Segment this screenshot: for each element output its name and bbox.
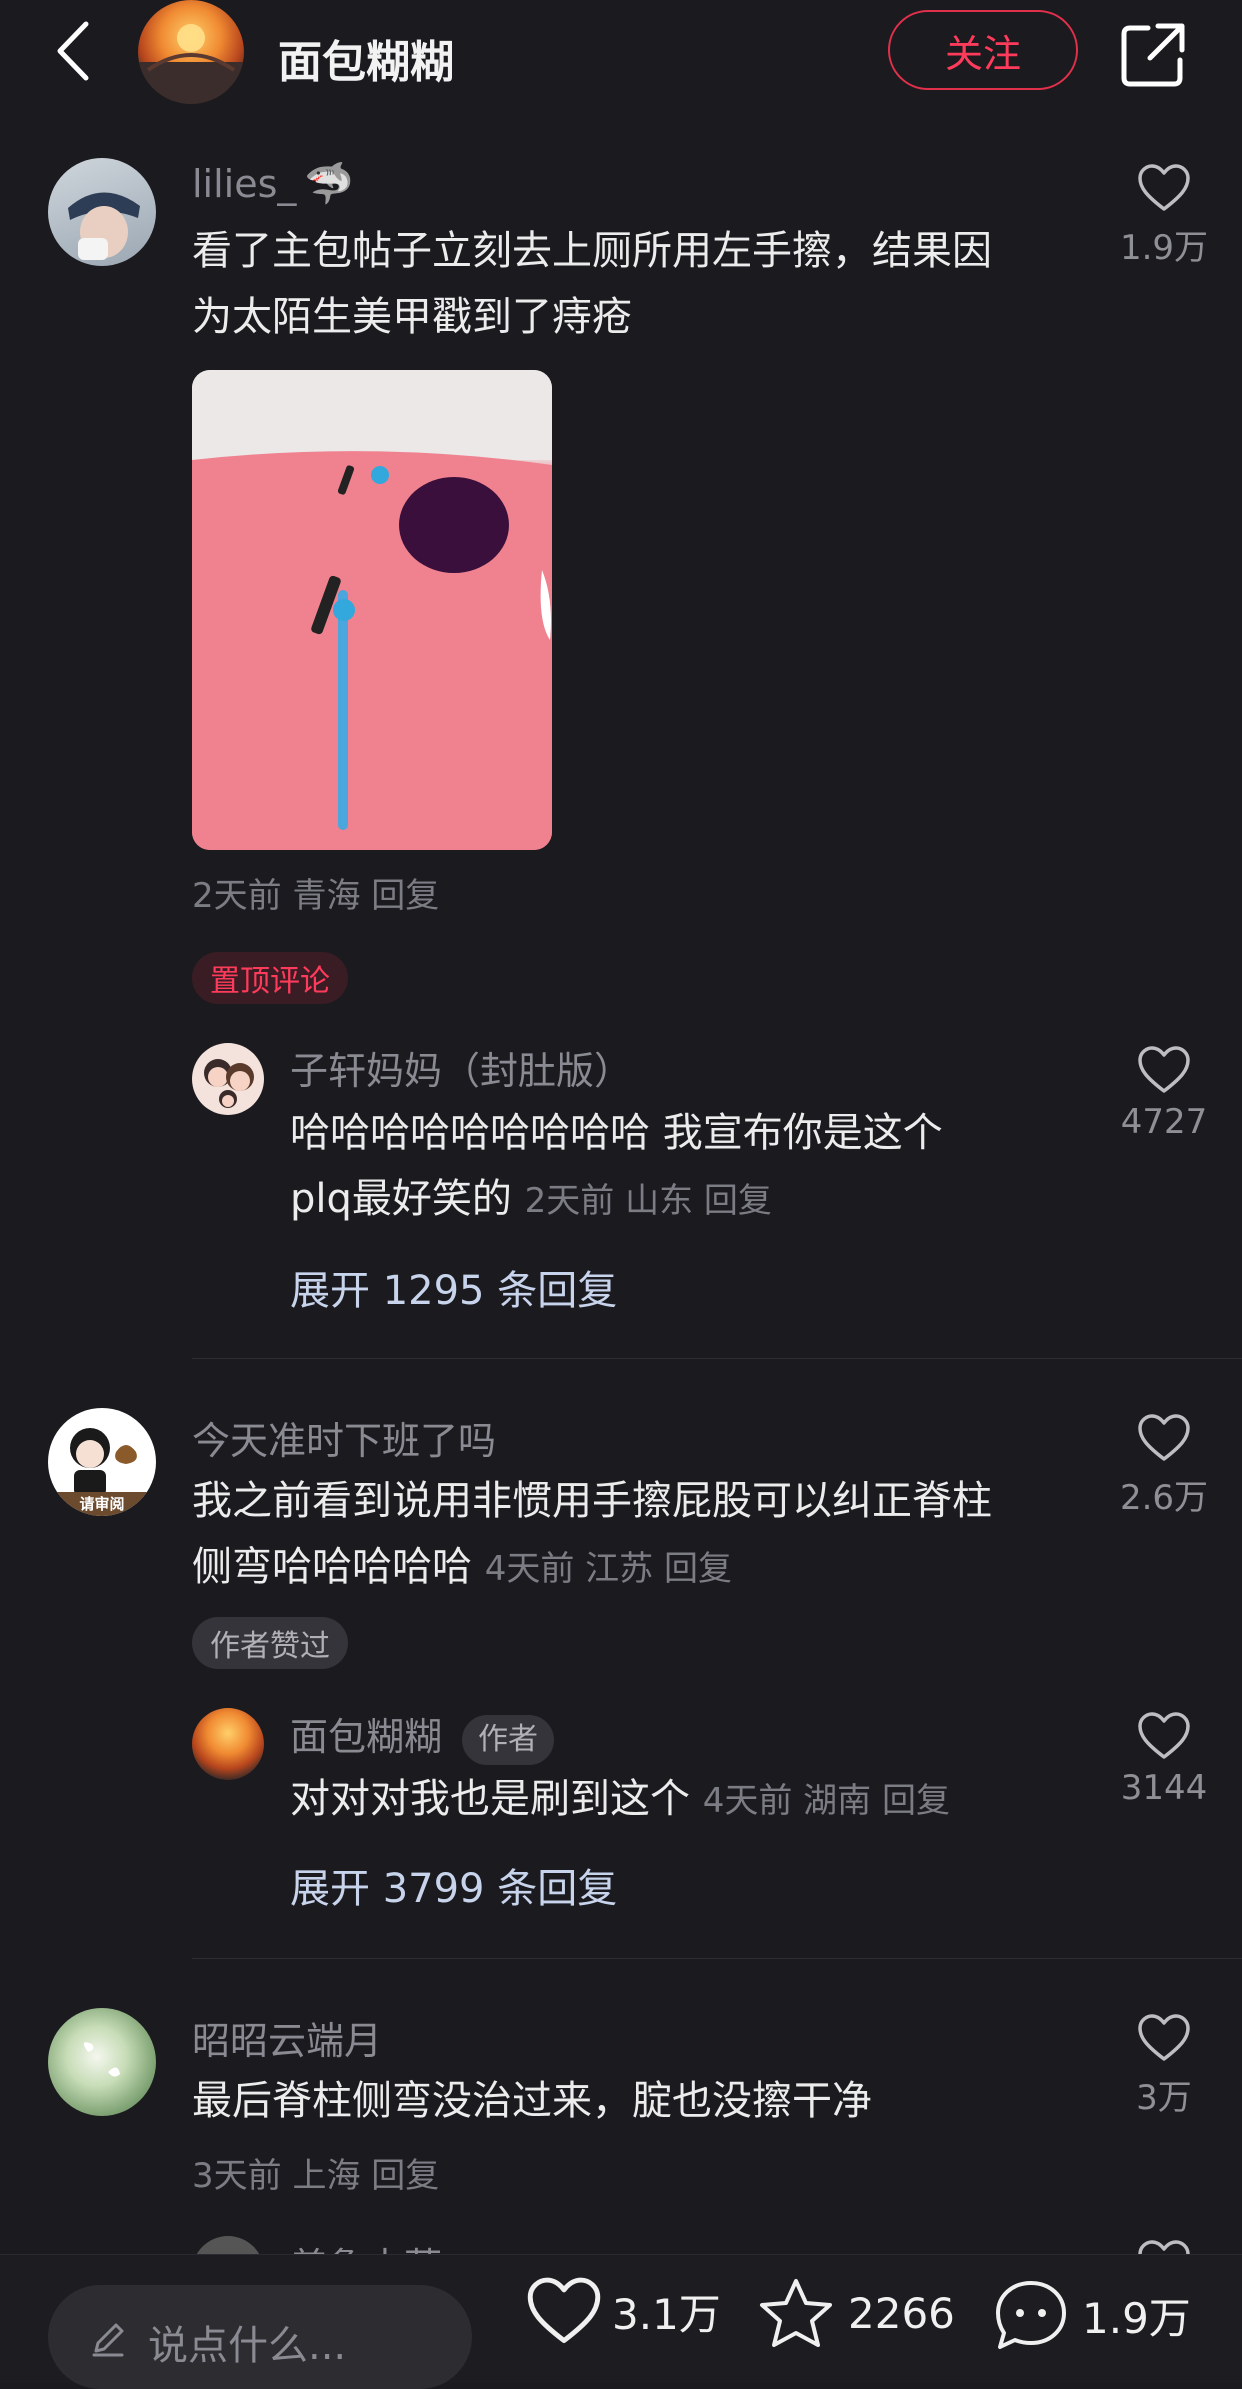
like-post-count: 3.1万: [612, 2289, 721, 2339]
reply-line: 哈哈哈哈哈哈哈哈哈 我宣布你是这个: [290, 1110, 943, 1156]
reply-username-text: 面包糊糊: [290, 1715, 443, 1759]
reply-like[interactable]: 3144: [1104, 1712, 1224, 1808]
reply-avatar[interactable]: [192, 1043, 264, 1115]
favorite-button[interactable]: 2266: [758, 2277, 955, 2349]
comment-text: 最后脊柱侧弯没治过来，腚也没擦干净: [192, 2078, 872, 2124]
commenter-username[interactable]: lilies_ 🦈: [192, 160, 354, 207]
like-count: 2.6万: [1119, 1478, 1209, 1518]
reply-meta: 4天前 湖南 回复: [702, 1781, 950, 1821]
share-icon[interactable]: [1118, 20, 1188, 90]
like-count: 3万: [1136, 2078, 1192, 2118]
commenter-username[interactable]: 今天准时下班了吗: [192, 1410, 496, 1465]
comment-line-with-meta: 侧弯哈哈哈哈哈 4天前 江苏 回复: [192, 1534, 1092, 1602]
like-count: 3144: [1120, 1768, 1208, 1808]
reply-line: 对对对我也是刷到这个: [290, 1776, 690, 1822]
commenter-username[interactable]: 昭昭云端月: [192, 2010, 382, 2065]
comment-line: 我之前看到说用非惯用手擦屁股可以纠正脊柱: [192, 1478, 992, 1524]
follow-button[interactable]: 关注: [888, 10, 1078, 90]
comment-image[interactable]: [192, 370, 552, 850]
back-arrow-icon[interactable]: [50, 18, 100, 84]
avatar-caption: 请审阅: [79, 1495, 125, 1513]
heart-icon: [1138, 1414, 1190, 1461]
pinned-tag: 置顶评论: [192, 952, 348, 1004]
favorite-count: 2266: [848, 2288, 955, 2338]
star-icon: [760, 2279, 832, 2347]
comment-text: 看了主包帖子立刻去上厕所用左手擦，结果因 为太陌生美甲戳到了痔疮: [192, 218, 1072, 350]
comment-like[interactable]: 2.6万: [1104, 1414, 1224, 1519]
expand-replies-button[interactable]: 展开 1295 条回复: [290, 1258, 617, 1316]
like-count: 4727: [1120, 1102, 1208, 1142]
reply-line: plq最好笑的: [290, 1176, 512, 1222]
comment-input[interactable]: 说点什么...: [48, 2285, 472, 2389]
heart-icon: [1138, 164, 1190, 211]
commenter-avatar[interactable]: [48, 158, 156, 266]
commenter-avatar[interactable]: [48, 2008, 156, 2116]
reply-text: 哈哈哈哈哈哈哈哈哈 我宣布你是这个 plq最好笑的 2天前 山东 回复: [290, 1100, 1090, 1234]
reply-line-with-meta: plq最好笑的 2天前 山东 回复: [290, 1166, 1090, 1234]
like-post-button[interactable]: 3.1万: [526, 2277, 721, 2345]
divider: [192, 1958, 1242, 1959]
reply-username[interactable]: 子轩妈妈（封肚版）: [290, 1040, 632, 1095]
comments-button[interactable]: 1.9万: [992, 2277, 1191, 2353]
comment-meta: 4天前 江苏 回复: [484, 1549, 732, 1589]
input-placeholder: 说点什么...: [148, 2323, 347, 2369]
comment-bubble-icon: [996, 2281, 1066, 2349]
divider: [192, 1358, 1242, 1359]
like-count: 1.9万: [1119, 228, 1209, 268]
reply-username[interactable]: 面包糊糊 作者: [290, 1706, 555, 1765]
author-name[interactable]: 面包糊糊: [278, 26, 454, 90]
expand-replies-button[interactable]: 展开 3799 条回复: [290, 1856, 617, 1914]
username-text: lilies_: [192, 162, 297, 206]
reply-text: 对对对我也是刷到这个 4天前 湖南 回复: [290, 1766, 1090, 1834]
comment-text: 我之前看到说用非惯用手擦屁股可以纠正脊柱 侧弯哈哈哈哈哈 4天前 江苏 回复: [192, 1468, 1092, 1602]
heart-icon: [1138, 1046, 1190, 1093]
shark-emoji-icon: 🦈: [304, 161, 355, 207]
comment-line: 为太陌生美甲戳到了痔疮: [192, 294, 632, 340]
comment-meta: 2天前 青海 回复: [192, 876, 440, 916]
heart-icon: [1138, 1712, 1190, 1759]
reply-like[interactable]: 4727: [1104, 1046, 1224, 1142]
author-liked-tag: 作者赞过: [192, 1617, 348, 1669]
commenter-avatar[interactable]: 请审阅: [48, 1408, 156, 1516]
comment-line: 看了主包帖子立刻去上厕所用左手擦，结果因: [192, 228, 992, 274]
reply-avatar[interactable]: [192, 1708, 264, 1780]
comment-like[interactable]: 1.9万: [1104, 164, 1224, 269]
comment-like[interactable]: 3万: [1104, 2014, 1224, 2119]
comment-meta: 3天前 上海 回复: [192, 2156, 440, 2196]
comments-count: 1.9万: [1082, 2293, 1191, 2343]
heart-icon: [1138, 2014, 1190, 2061]
pencil-icon: [92, 2323, 124, 2357]
bottom-action-bar: 说点什么... 3.1万 2266 1.9万: [0, 2254, 1242, 2389]
heart-icon: [527, 2277, 601, 2344]
comment-line: 侧弯哈哈哈哈哈: [192, 1544, 472, 1590]
author-avatar[interactable]: [138, 0, 244, 104]
top-bar: 面包糊糊 关注: [0, 0, 1242, 110]
reply-meta: 2天前 山东 回复: [524, 1181, 772, 1221]
author-badge: 作者: [462, 1714, 555, 1765]
